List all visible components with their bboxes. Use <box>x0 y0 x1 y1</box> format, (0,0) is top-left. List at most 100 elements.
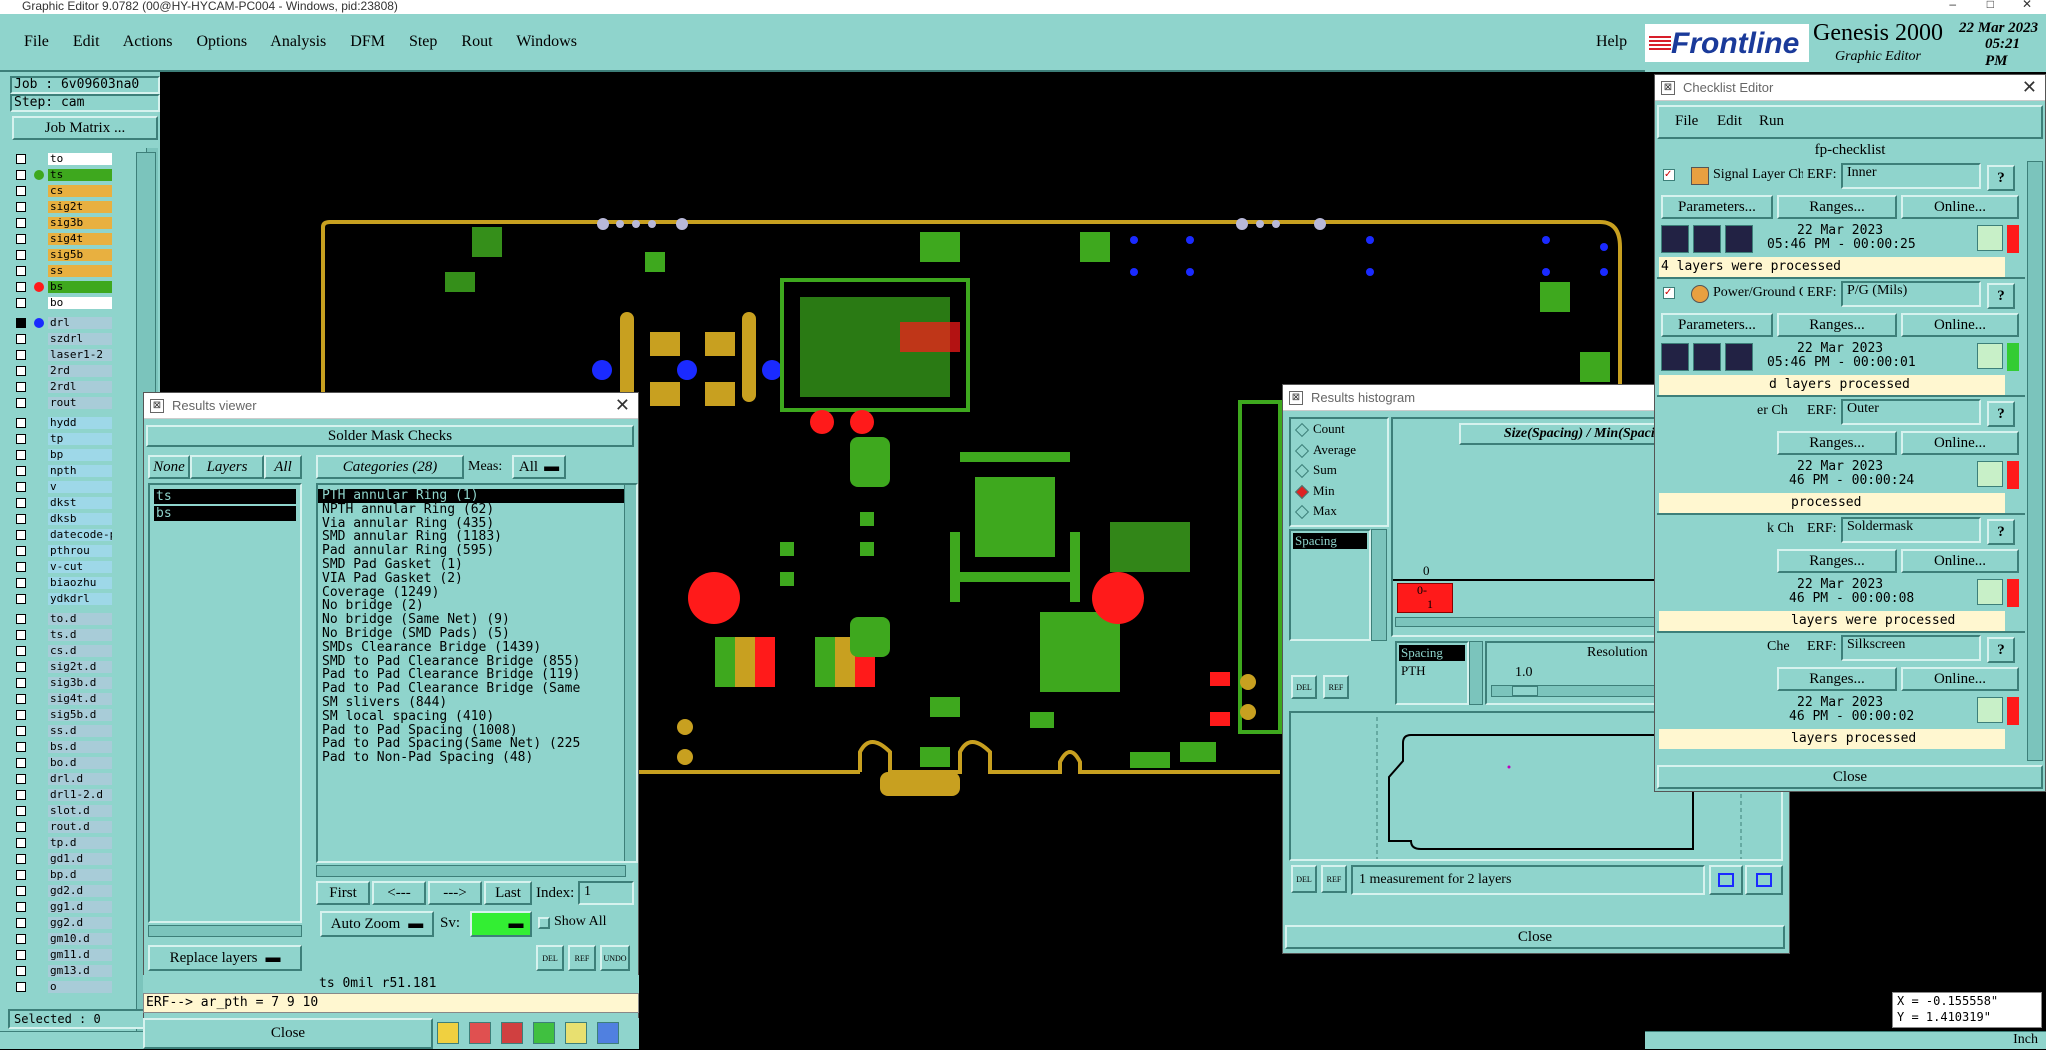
category-item[interactable]: VIA Pad Gasket (2) <box>318 571 636 586</box>
layer-row[interactable]: sig3b.d <box>12 677 112 689</box>
layer-row[interactable]: pthrou <box>12 545 112 557</box>
tool-icon[interactable] <box>565 1022 587 1044</box>
layer-row[interactable]: bp.d <box>12 869 112 881</box>
run-icon[interactable] <box>1693 225 1721 253</box>
layer-row[interactable]: 2rdl <box>12 381 112 393</box>
layer-row[interactable]: cs <box>12 185 112 197</box>
mode-count[interactable]: Count <box>1291 419 1387 440</box>
layer-row[interactable]: sig4t.d <box>12 693 112 705</box>
zoom-icon[interactable] <box>1977 697 2003 723</box>
list-item[interactable]: ts <box>154 489 296 504</box>
layer-row[interactable]: sig2t <box>12 201 112 213</box>
job-matrix-button[interactable]: Job Matrix ... <box>12 116 158 140</box>
menu-windows[interactable]: Windows <box>516 33 577 50</box>
check-title[interactable]: Power/Ground C <box>1713 285 1803 301</box>
layer-row[interactable]: laser1-2 <box>12 349 112 361</box>
erf-field[interactable]: Inner <box>1841 163 1981 189</box>
check-title[interactable]: er Ch <box>1757 403 1788 419</box>
run-icon[interactable] <box>1693 343 1721 371</box>
measure-list-vscroll[interactable] <box>1371 529 1387 641</box>
category-item[interactable]: Pad to Pad Spacing (1008) <box>318 723 636 738</box>
category-item[interactable]: Pad to Pad Clearance Bridge (119) <box>318 668 636 682</box>
help-button[interactable]: ? <box>1987 401 2015 427</box>
layer-row[interactable]: tp <box>12 433 112 445</box>
layer-row[interactable]: slot.d <box>12 805 112 817</box>
show-all-checkbox[interactable] <box>538 917 550 929</box>
help-button[interactable]: ? <box>1987 519 2015 545</box>
category-item[interactable]: SM local spacing (410) <box>318 709 636 724</box>
layer-row[interactable]: gg2.d <box>12 917 112 929</box>
layer-row[interactable]: sig4t <box>12 233 112 245</box>
run-icon[interactable] <box>1661 225 1689 253</box>
categories-vscroll[interactable] <box>624 485 636 861</box>
layer-row[interactable]: o <box>12 981 112 993</box>
checklist-scrollbar[interactable] <box>2027 161 2043 761</box>
checklist-close-button[interactable]: Close <box>1657 765 2043 789</box>
layer-row[interactable]: npth <box>12 465 112 477</box>
layer-row[interactable]: drl1-2.d <box>12 789 112 801</box>
online-button[interactable]: Online... <box>1901 313 2019 337</box>
categories-button[interactable]: Categories (28) <box>316 455 464 479</box>
layer-row[interactable]: rout.d <box>12 821 112 833</box>
list-item[interactable]: Spacing <box>1293 533 1367 549</box>
layer-row[interactable]: to <box>12 153 112 165</box>
layer-row[interactable]: gm11.d <box>12 949 112 961</box>
category-item[interactable]: No bridge (2) <box>318 599 636 613</box>
menu-step[interactable]: Step <box>409 33 437 50</box>
layer-row[interactable]: v <box>12 481 112 493</box>
erf-field[interactable]: Outer <box>1841 399 1981 425</box>
category-item[interactable]: SM slivers (844) <box>318 696 636 710</box>
tool-icon[interactable] <box>469 1022 491 1044</box>
mode-average[interactable]: Average <box>1291 440 1387 461</box>
menu-actions[interactable]: Actions <box>123 33 173 50</box>
list-item[interactable]: bs <box>154 506 296 521</box>
run-icon[interactable] <box>1725 225 1753 253</box>
run-icon[interactable] <box>1661 343 1689 371</box>
category-item[interactable]: No bridge (Same Net) (9) <box>318 613 636 627</box>
layer-row[interactable]: ts <box>12 169 112 181</box>
zoom-icon[interactable] <box>1977 225 2003 251</box>
ranges-button[interactable]: Ranges... <box>1777 431 1897 455</box>
zoom-area-icon[interactable] <box>1745 865 1783 895</box>
help-button[interactable]: ? <box>1987 165 2015 191</box>
layer-row[interactable]: dksb <box>12 513 112 525</box>
layer-row[interactable]: cs.d <box>12 645 112 657</box>
menu-options[interactable]: Options <box>196 33 247 50</box>
category-item[interactable]: Pad annular Ring (595) <box>318 544 636 558</box>
category-item[interactable]: PTH annular Ring (1) <box>318 489 636 503</box>
parameters-button[interactable]: Parameters... <box>1661 195 1773 219</box>
layer-row[interactable]: ss <box>12 265 112 277</box>
category-item[interactable]: SMD annular Ring (1183) <box>318 530 636 544</box>
layer-row[interactable]: dkst <box>12 497 112 509</box>
layer-row[interactable]: bs <box>12 281 112 293</box>
layer-row[interactable]: drl.d <box>12 773 112 785</box>
layer-row[interactable]: bo.d <box>12 757 112 769</box>
measure-list[interactable]: Spacing <box>1289 529 1371 641</box>
online-button[interactable]: Online... <box>1901 431 2019 455</box>
layer-row[interactable]: ts.d <box>12 629 112 641</box>
hist-ref2-button[interactable]: REF <box>1321 865 1347 893</box>
list-item[interactable]: PTH <box>1397 663 1467 679</box>
tool-icon[interactable] <box>437 1022 459 1044</box>
layer-row[interactable]: datecode-pth <box>12 529 112 541</box>
hist-del-button[interactable]: DEL <box>1291 675 1317 699</box>
layer-row[interactable]: bp <box>12 449 112 461</box>
first-button[interactable]: First <box>316 881 370 905</box>
menu-dfm[interactable]: DFM <box>350 33 385 50</box>
checklist-menu-file[interactable]: File <box>1675 113 1698 130</box>
all-button[interactable]: All <box>264 455 302 479</box>
help-button[interactable]: ? <box>1987 283 2015 309</box>
tool-icon[interactable] <box>501 1022 523 1044</box>
zoom-icon[interactable] <box>1977 461 2003 487</box>
online-button[interactable]: Online... <box>1901 667 2019 691</box>
enable-checkbox[interactable]: ✓ <box>1663 287 1675 299</box>
layer-row[interactable]: rout <box>12 397 112 409</box>
layer-row[interactable]: sig2t.d <box>12 661 112 673</box>
auto-zoom-dropdown[interactable]: Auto Zoom ▬ <box>320 911 434 937</box>
layer-row[interactable]: gd1.d <box>12 853 112 865</box>
layer-list-hscroll[interactable] <box>148 925 302 937</box>
mode-max[interactable]: Max <box>1291 501 1387 522</box>
zoom-icon[interactable] <box>1977 343 2003 369</box>
prev-button[interactable]: <--- <box>372 881 426 905</box>
ranges-button[interactable]: Ranges... <box>1777 549 1897 573</box>
